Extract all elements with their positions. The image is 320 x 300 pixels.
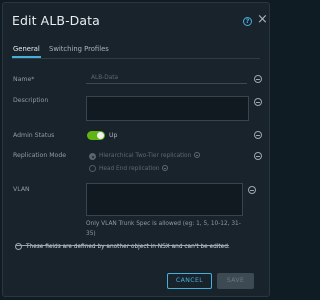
dialog-title: Edit ALB-Data bbox=[12, 13, 100, 28]
radio-head-end[interactable] bbox=[89, 165, 96, 172]
cancel-button[interactable]: CANCEL bbox=[167, 273, 212, 289]
read-only-icon bbox=[254, 98, 262, 106]
tab-bar: General Switching Profiles bbox=[12, 45, 260, 59]
description-textarea[interactable] bbox=[86, 96, 249, 121]
radio-head-end-label: Head End replication bbox=[99, 165, 169, 172]
read-only-icon bbox=[248, 186, 256, 194]
admin-status-label: Admin Status bbox=[13, 132, 55, 139]
help-circle-icon[interactable]: ? bbox=[243, 17, 252, 26]
read-only-icon bbox=[254, 75, 262, 83]
read-only-footnote: These fields are defined by another obje… bbox=[15, 243, 230, 250]
radio-hierarchical-label: Hierarchical Two-Tier replication bbox=[99, 152, 201, 159]
vlan-label: VLAN bbox=[13, 186, 30, 193]
name-field: ALB-Data bbox=[86, 74, 247, 84]
edit-dialog: Edit ALB-Data ? × General Switching Prof… bbox=[2, 2, 270, 297]
close-icon[interactable]: × bbox=[257, 13, 268, 27]
read-only-icon bbox=[194, 152, 201, 158]
vlan-textarea[interactable] bbox=[86, 183, 243, 216]
radio-hierarchical[interactable] bbox=[89, 153, 96, 160]
vlan-helper-text: Only VLAN Trunk Spec is allowed (eg: 1, … bbox=[86, 221, 241, 237]
tab-switching-profiles[interactable]: Switching Profiles bbox=[49, 45, 109, 53]
replication-mode-label: Replication Mode bbox=[13, 152, 67, 159]
read-only-icon bbox=[254, 131, 262, 139]
name-label: Name* bbox=[13, 76, 35, 83]
admin-status-toggle[interactable] bbox=[87, 131, 105, 140]
read-only-icon bbox=[254, 152, 262, 160]
save-button[interactable]: SAVE bbox=[217, 273, 254, 289]
read-only-icon bbox=[162, 165, 169, 171]
admin-status-value: Up bbox=[109, 132, 118, 139]
tab-general[interactable]: General bbox=[12, 45, 41, 58]
description-label: Description bbox=[13, 97, 49, 104]
read-only-icon bbox=[15, 243, 22, 250]
